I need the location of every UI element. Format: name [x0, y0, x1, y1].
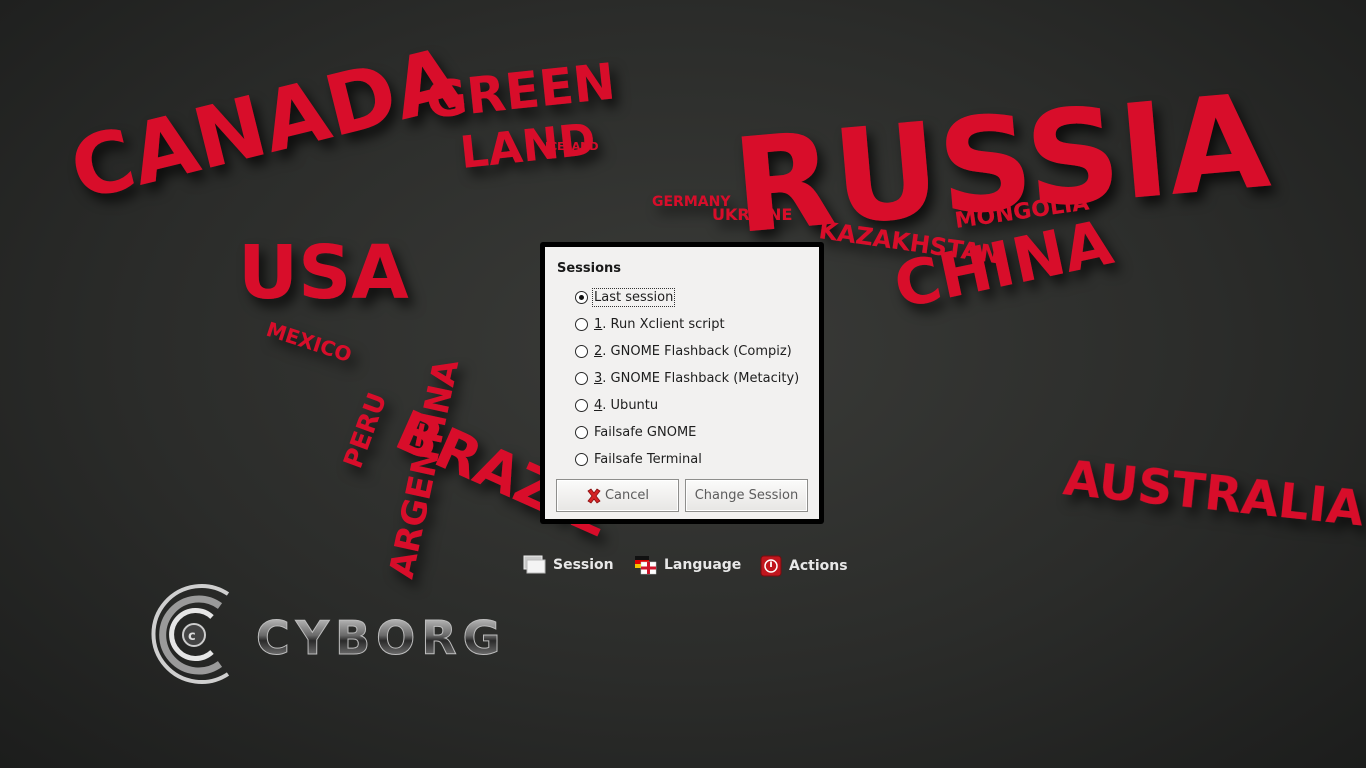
radio-icon-checked[interactable] [575, 291, 588, 304]
radio-icon[interactable] [575, 372, 588, 385]
map-label-peru: PERU [338, 389, 393, 473]
radio-icon[interactable] [575, 345, 588, 358]
change-session-button[interactable]: Change Session [685, 479, 808, 512]
option-text: Failsafe GNOME [594, 425, 697, 440]
map-label-mexico: MEXICO [263, 317, 354, 367]
session-icon [523, 555, 546, 574]
language-flag-icon [635, 556, 657, 575]
radio-icon[interactable] [575, 453, 588, 466]
cyborg-logo-icon: c [151, 584, 230, 684]
power-icon [760, 555, 782, 577]
session-option-failsafe-gnome[interactable]: Failsafe GNOME [575, 419, 799, 446]
svg-text:c: c [188, 629, 196, 644]
session-menu-label: Session [553, 557, 614, 573]
cancel-button[interactable]: Cancel [556, 479, 679, 512]
session-options: Last session 1. Run Xclient script 2. GN… [575, 284, 799, 473]
cyborg-logo: c CYBORG [151, 584, 506, 684]
radio-icon[interactable] [575, 426, 588, 439]
map-label-ukraine: UKRAINE [712, 205, 792, 224]
session-option-failsafe-terminal[interactable]: Failsafe Terminal [575, 446, 799, 473]
map-label-australia: AUSTRALIA [1061, 450, 1366, 537]
dialog-title: Sessions [557, 261, 622, 276]
map-label-canada: CANADA [61, 28, 470, 219]
session-option-gnome-flashback-compiz[interactable]: 2. GNOME Flashback (Compiz) [575, 338, 799, 365]
option-text: . Ubuntu [602, 398, 659, 413]
session-option-gnome-flashback-metacity[interactable]: 3. GNOME Flashback (Metacity) [575, 365, 799, 392]
map-label-iceland: ICELAND [545, 140, 599, 153]
actions-menu-button[interactable]: Actions [760, 555, 848, 577]
session-option-label: 3. GNOME Flashback (Metacity) [594, 371, 799, 386]
session-option-label: Last session [591, 288, 676, 307]
option-text: . GNOME Flashback (Compiz) [602, 344, 792, 359]
cancel-button-label: Cancel [604, 488, 650, 503]
language-menu-label: Language [664, 557, 742, 573]
sessions-dialog: Sessions Last session 1. Run Xclient scr… [540, 242, 824, 524]
radio-icon[interactable] [575, 399, 588, 412]
option-text: . GNOME Flashback (Metacity) [602, 371, 800, 386]
session-option-label: 4. Ubuntu [594, 398, 658, 413]
language-menu-button[interactable]: Language [634, 555, 741, 575]
option-text: Last session [594, 290, 674, 305]
session-option-run-xclient-script[interactable]: 1. Run Xclient script [575, 311, 799, 338]
option-text: . Run Xclient script [602, 317, 725, 332]
session-option-label: Failsafe Terminal [594, 452, 702, 467]
change-session-button-label: Change Session [694, 488, 799, 503]
option-text: Failsafe Terminal [594, 452, 702, 467]
map-label-usa: USA [238, 230, 409, 316]
close-icon [587, 487, 601, 504]
session-option-label: 1. Run Xclient script [594, 317, 725, 332]
sessions-dialog-body: Sessions Last session 1. Run Xclient scr… [545, 247, 819, 519]
radio-icon[interactable] [575, 318, 588, 331]
session-option-label: Failsafe GNOME [594, 425, 696, 440]
brand-name: CYBORG [256, 611, 506, 665]
session-option-ubuntu[interactable]: 4. Ubuntu [575, 392, 799, 419]
actions-menu-label: Actions [789, 558, 848, 574]
session-option-label: 2. GNOME Flashback (Compiz) [594, 344, 792, 359]
session-menu-button[interactable]: Session [523, 555, 614, 575]
session-option-last-session[interactable]: Last session [575, 284, 799, 311]
